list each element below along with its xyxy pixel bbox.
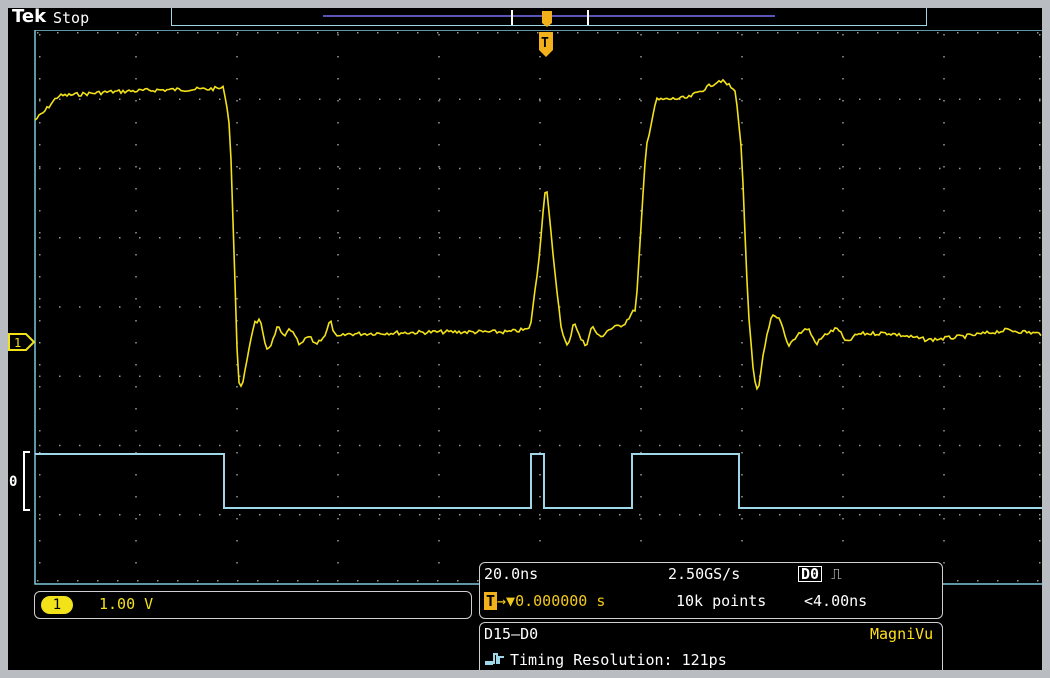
pulse-trigger-icon: ⎍	[831, 565, 842, 583]
brand-logo: Tek	[12, 8, 47, 27]
sample-rate: 2.50GS/s	[668, 565, 741, 583]
acquisition-run-state[interactable]: Stop	[53, 9, 89, 27]
trigger-condition: <4.00ns	[804, 592, 868, 610]
horizontal-readout-box[interactable]: 20.0ns 2.50GS/s D0 ⎍ T →▼0.000000 s 10k p…	[479, 562, 943, 619]
trigger-marker-label: T	[541, 36, 549, 51]
trigger-point-indicator	[542, 11, 552, 27]
ch1-readout-box[interactable]: 1 1.00 V	[34, 591, 472, 619]
ch1-analog-trace	[34, 78, 1042, 391]
trigger-position-value: →▼0.000000 s	[497, 592, 606, 610]
digital-channel-label: 0	[9, 474, 18, 490]
ch1-ground-marker[interactable]: 1	[8, 333, 36, 351]
digital-readout-box[interactable]: D15–D0 MagniVu Timing Resolution: 121ps	[479, 622, 943, 670]
digital-channel-bracket	[23, 451, 30, 511]
ch1-vertical-scale: 1.00 V	[99, 595, 154, 613]
timing-resolution-icon	[485, 653, 504, 665]
time-per-div: 20.0ns	[484, 565, 539, 583]
trigger-position-marker[interactable]: T	[537, 30, 557, 60]
trigger-source-badge: D0	[798, 566, 823, 582]
trigger-badge: T	[484, 592, 498, 610]
ch1-marker-label: 1	[14, 336, 21, 350]
oscilloscope-display: 1 0 T Tek Stop 1 1.00 V 20.0ns 2.50GS/s …	[8, 8, 1042, 670]
timing-resolution: Timing Resolution: 121ps	[510, 651, 727, 669]
record-length: 10k points	[676, 592, 767, 610]
digital-channel-range: D15–D0	[484, 625, 539, 643]
magnivu-mode: MagniVu	[870, 625, 934, 643]
ch1-badge: 1	[41, 596, 73, 614]
d0-digital-trace	[35, 453, 1042, 509]
status-bar: Tek Stop	[8, 8, 1042, 30]
